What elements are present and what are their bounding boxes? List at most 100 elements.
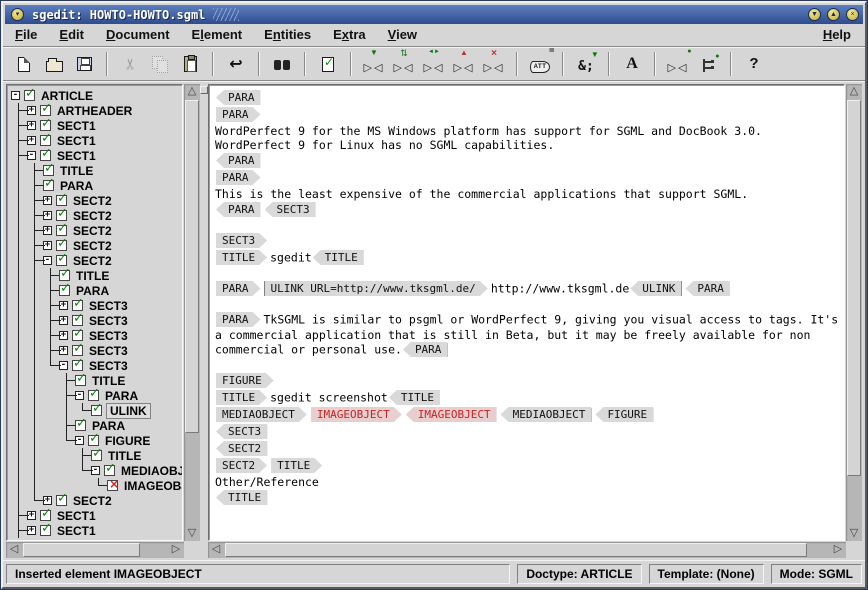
scroll-left-arrow[interactable]: ◁ <box>6 542 22 557</box>
validate-button[interactable] <box>313 50 343 78</box>
splitter-sash-handle[interactable] <box>200 86 208 94</box>
tree-node-sect3[interactable]: +SECT3 <box>11 343 182 358</box>
new-file-button[interactable] <box>9 50 39 78</box>
tree-node-label[interactable]: SECT2 <box>71 239 114 253</box>
tree-node-label[interactable]: SECT1 <box>55 509 98 523</box>
tree-horizontal-scrollbar[interactable]: ◁ ▷ <box>6 542 184 558</box>
tree-node-label[interactable]: SECT1 <box>55 149 98 163</box>
text-run[interactable]: sgedit <box>270 251 312 265</box>
find-button[interactable] <box>267 50 297 78</box>
text-run[interactable]: This is the least expensive of the comme… <box>215 187 748 201</box>
tree-node-mediaobject[interactable]: -MEDIAOBJECT <box>11 463 182 478</box>
insert-entity-button[interactable] <box>571 50 601 78</box>
open-tag-para[interactable]: PARA <box>216 170 261 185</box>
scroll-track[interactable] <box>22 542 168 558</box>
open-tag-figure[interactable]: FIGURE <box>216 373 274 388</box>
tree-node-label[interactable]: SECT2 <box>71 224 114 238</box>
open-file-button[interactable] <box>39 50 69 78</box>
tree-node-sect2[interactable]: +SECT2 <box>11 238 182 253</box>
content-horizontal-scrollbar[interactable]: ◁ ▷ <box>208 542 846 558</box>
open-tag-title[interactable]: TITLE <box>216 390 267 405</box>
text-run[interactable]: TkSGML is similar to psgml or WordPerfec… <box>215 313 838 357</box>
tree-viewport[interactable]: -ARTICLE+ARTHEADER+SECT1+SECT1-SECT1TITL… <box>6 84 183 541</box>
tree-node-sect2[interactable]: +SECT2 <box>11 193 182 208</box>
tree-node-label[interactable]: MEDIAOBJECT <box>119 464 183 478</box>
text-run[interactable]: http://www.tksgml.de <box>491 282 629 296</box>
tree-node-label[interactable]: SECT3 <box>87 314 130 328</box>
split-element-button[interactable] <box>419 50 449 78</box>
tree-node-label[interactable]: SECT2 <box>71 209 114 223</box>
tree-node-label[interactable]: ARTHEADER <box>55 104 134 118</box>
scroll-left-arrow[interactable]: ◁ <box>208 542 224 557</box>
menu-edit[interactable]: Edit <box>59 27 84 42</box>
tree-node-title[interactable]: TITLE <box>11 268 182 283</box>
open-tag-para[interactable]: PARA <box>216 281 261 296</box>
select-element-button[interactable] <box>663 50 693 78</box>
panel-splitter[interactable] <box>200 84 208 558</box>
scroll-track[interactable] <box>224 542 830 558</box>
undo-button[interactable] <box>221 50 251 78</box>
tree-node-label[interactable]: ULINK <box>106 403 151 419</box>
scroll-thumb[interactable] <box>185 100 199 433</box>
tree-node-article[interactable]: -ARTICLE <box>11 88 182 103</box>
tree-node-label[interactable]: TITLE <box>58 164 95 178</box>
tree-node-label[interactable]: SECT1 <box>55 524 98 538</box>
menu-view[interactable]: View <box>388 27 417 42</box>
open-tag-title[interactable]: TITLE <box>271 458 322 473</box>
scroll-right-arrow[interactable]: ▷ <box>168 542 184 557</box>
insert-character-button[interactable] <box>617 50 647 78</box>
scroll-up-arrow[interactable]: △ <box>184 84 200 99</box>
tree-node-sect2[interactable]: +SECT2 <box>11 493 182 508</box>
tree-node-label[interactable]: SECT1 <box>55 134 98 148</box>
open-tag-para[interactable]: PARA <box>216 107 261 122</box>
close-tag-title[interactable]: TITLE <box>216 490 267 505</box>
close-tag-sect2[interactable]: SECT2 <box>216 441 267 456</box>
paste-button[interactable] <box>175 50 205 78</box>
tree-node-title[interactable]: TITLE <box>11 448 182 463</box>
tree-node-sect3[interactable]: -SECT3 <box>11 358 182 373</box>
minimize-button[interactable]: ▼ <box>808 8 821 21</box>
open-tag-mediaobject[interactable]: MEDIAOBJECT <box>216 407 307 422</box>
menu-file[interactable]: File <box>15 27 37 42</box>
close-tag-title[interactable]: TITLE <box>389 390 440 405</box>
close-tag-mediaobject[interactable]: MEDIAOBJECT <box>501 407 592 422</box>
collapse-toggle[interactable]: - <box>11 91 20 100</box>
close-button[interactable]: × <box>846 8 859 21</box>
title-bar[interactable]: ▾ sgedit: HOWTO-HOWTO.sgml ▼ ▲ × <box>5 5 863 24</box>
tree-node-ulink[interactable]: ULINK <box>11 403 182 418</box>
tree-node-label[interactable]: SECT1 <box>55 119 98 133</box>
tree-node-sect2[interactable]: -SECT2 <box>11 253 182 268</box>
tree-node-sect2[interactable]: +SECT2 <box>11 223 182 238</box>
tree-node-label[interactable]: SECT2 <box>71 494 114 508</box>
tree-node-label[interactable]: SECT3 <box>87 344 130 358</box>
tree-node-imageobject[interactable]: IMAGEOBJECT <box>11 478 182 493</box>
tree-node-sect3[interactable]: +SECT3 <box>11 328 182 343</box>
scroll-down-arrow[interactable]: ▽ <box>184 526 200 541</box>
menu-element[interactable]: Element <box>192 27 243 42</box>
context-help-button[interactable] <box>739 50 769 78</box>
tree-node-sect2[interactable]: +SECT2 <box>11 208 182 223</box>
close-tag-ulink[interactable]: ULINK <box>630 281 681 296</box>
tree-vertical-scrollbar[interactable]: △ ▽ <box>184 84 200 541</box>
tree-node-label[interactable]: SECT2 <box>71 254 114 268</box>
tree-node-artheader[interactable]: +ARTHEADER <box>11 103 182 118</box>
open-tag-sect3[interactable]: SECT3 <box>216 233 267 248</box>
tree-node-label[interactable]: FIGURE <box>103 434 152 448</box>
close-tag-para[interactable]: PARA <box>216 153 261 168</box>
text-run[interactable]: WordPerfect 9 for the MS Windows platfor… <box>215 124 762 152</box>
tree-node-para[interactable]: PARA <box>11 283 182 298</box>
tree-node-label[interactable]: SECT3 <box>87 329 130 343</box>
close-tag-sect3[interactable]: SECT3 <box>216 424 267 439</box>
scroll-right-arrow[interactable]: ▷ <box>830 542 846 557</box>
remove-element-button[interactable] <box>479 50 509 78</box>
save-button[interactable] <box>69 50 99 78</box>
content-vertical-scrollbar[interactable]: △ ▽ <box>846 84 862 541</box>
open-tag-imageobject[interactable]: IMAGEOBJECT <box>311 407 402 422</box>
scroll-up-arrow[interactable]: △ <box>846 84 862 99</box>
tree-node-sect1[interactable]: +SECT1 <box>11 118 182 133</box>
menu-document[interactable]: Document <box>106 27 170 42</box>
tree-node-label[interactable]: SECT2 <box>71 194 114 208</box>
tree-node-sect1[interactable]: -SECT1 <box>11 148 182 163</box>
edit-attributes-button[interactable] <box>525 50 555 78</box>
menu-entities[interactable]: Entities <box>264 27 311 42</box>
